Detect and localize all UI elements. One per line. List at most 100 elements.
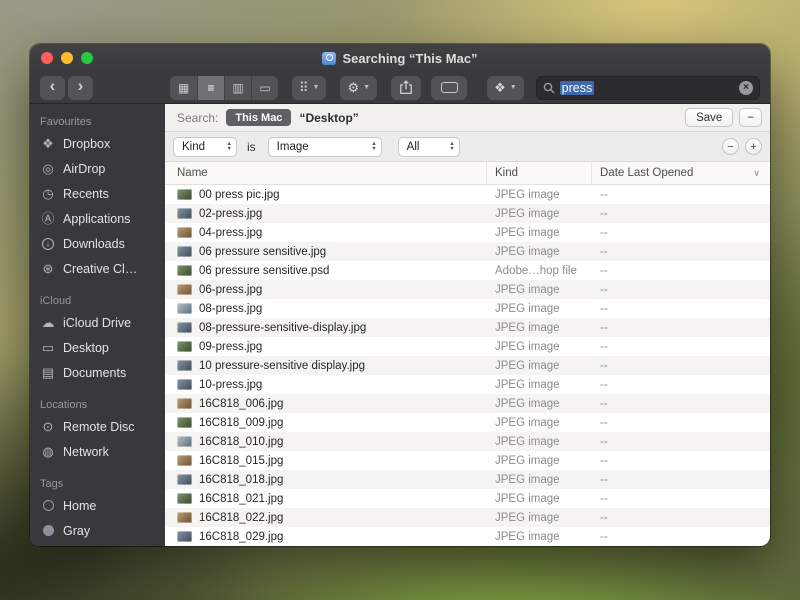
- file-thumbnail-icon: [177, 398, 192, 409]
- column-header-name[interactable]: Name: [165, 162, 487, 184]
- sidebar-item-label: Desktop: [63, 341, 109, 355]
- table-row[interactable]: 16C818_006.jpg JPEG image --: [165, 394, 770, 413]
- table-row[interactable]: 16C818_021.jpg JPEG image --: [165, 489, 770, 508]
- column-header-kind[interactable]: Kind: [487, 162, 592, 184]
- table-row[interactable]: 10-press.jpg JPEG image --: [165, 375, 770, 394]
- criteria-field-dropdown[interactable]: Kind ▲▼: [173, 137, 237, 157]
- file-kind: JPEG image: [487, 303, 592, 315]
- file-name: 16C818_006.jpg: [199, 398, 283, 410]
- zoom-window-button[interactable]: [81, 52, 93, 64]
- file-name: 08-pressure-sensitive-display.jpg: [199, 322, 366, 334]
- close-window-button[interactable]: [41, 52, 53, 64]
- file-kind: JPEG image: [487, 417, 592, 429]
- dropbox-menu-button[interactable]: ❖ ▼: [487, 76, 524, 100]
- sidebar-item-gray[interactable]: Gray: [30, 518, 165, 543]
- scope-this-mac-button[interactable]: This Mac: [226, 109, 291, 126]
- file-name: 06 pressure sensitive.psd: [199, 265, 329, 277]
- table-row[interactable]: 08-pressure-sensitive-display.jpg JPEG i…: [165, 318, 770, 337]
- table-row[interactable]: 16C818_029.jpg JPEG image --: [165, 527, 770, 546]
- table-row[interactable]: 06-press.jpg JPEG image --: [165, 280, 770, 299]
- forward-button[interactable]: ›: [68, 76, 93, 100]
- sidebar-section-items: ☁ iCloud Drive ▭ Desktop ▤ Documents: [30, 310, 165, 385]
- file-kind: JPEG image: [487, 436, 592, 448]
- table-row[interactable]: 06 pressure sensitive.psd Adobe…hop file…: [165, 261, 770, 280]
- title-bar[interactable]: Searching “This Mac”: [30, 44, 770, 72]
- minimize-window-button[interactable]: [61, 52, 73, 64]
- share-button[interactable]: [391, 76, 421, 100]
- sidebar-item-documents[interactable]: ▤ Documents: [30, 360, 165, 385]
- criteria-type-dropdown[interactable]: Image ▲▼: [268, 137, 382, 157]
- share-icon: [399, 80, 413, 95]
- add-criteria-button[interactable]: +: [745, 138, 762, 155]
- list-view-button[interactable]: ≡: [197, 76, 224, 100]
- file-name: 08-press.jpg: [199, 303, 262, 315]
- navigation-buttons: ‹ ›: [40, 76, 93, 100]
- column-view-button[interactable]: ▥: [224, 76, 251, 100]
- action-menu-button[interactable]: ⚙ ▼: [340, 76, 377, 100]
- table-row[interactable]: 09-press.jpg JPEG image --: [165, 337, 770, 356]
- save-search-button[interactable]: Save: [685, 108, 733, 127]
- sidebar-item-desktop[interactable]: ▭ Desktop: [30, 335, 165, 360]
- search-input[interactable]: press ×: [536, 76, 760, 100]
- sidebar-item-creative-cl[interactable]: ⊛ Creative Cl…: [30, 256, 165, 281]
- back-button[interactable]: ‹: [40, 76, 65, 100]
- gear-icon: ⚙: [347, 81, 359, 94]
- table-row[interactable]: 06 pressure sensitive.jpg JPEG image --: [165, 242, 770, 261]
- sidebar-item-airdrop[interactable]: ◎ AirDrop: [30, 156, 165, 181]
- group-by-button[interactable]: ⠿ ▼: [292, 76, 326, 100]
- sidebar-item-recents[interactable]: ◷ Recents: [30, 181, 165, 206]
- sidebar-item-downloads[interactable]: ↓ Downloads: [30, 231, 165, 256]
- list-view-icon: ≡: [207, 81, 214, 95]
- file-kind: JPEG image: [487, 398, 592, 410]
- table-row[interactable]: 04-press.jpg JPEG image --: [165, 223, 770, 242]
- sidebar-item-label: Dropbox: [63, 137, 110, 151]
- list-column-headers: Name Kind Date Last Opened ∨: [165, 162, 770, 185]
- file-list: 00 press pic.jpg JPEG image -- 02-press.…: [165, 185, 770, 546]
- sidebar-item-icloud-drive[interactable]: ☁ iCloud Drive: [30, 310, 165, 335]
- network-icon: ◍: [40, 445, 56, 458]
- criteria-subtype-dropdown[interactable]: All ▲▼: [398, 137, 460, 157]
- table-row[interactable]: 00 press pic.jpg JPEG image --: [165, 185, 770, 204]
- column-header-date-last-opened[interactable]: Date Last Opened ∨: [592, 162, 770, 184]
- remove-criteria-button[interactable]: −: [722, 138, 739, 155]
- icon-view-button[interactable]: ▦: [170, 76, 197, 100]
- clear-search-button[interactable]: ×: [739, 81, 753, 95]
- file-thumbnail-icon: [177, 246, 192, 257]
- table-row[interactable]: 16C818_010.jpg JPEG image --: [165, 432, 770, 451]
- file-thumbnail-icon: [177, 417, 192, 428]
- file-name: 16C818_010.jpg: [199, 436, 283, 448]
- table-row[interactable]: 16C818_015.jpg JPEG image --: [165, 451, 770, 470]
- table-row[interactable]: 02-press.jpg JPEG image --: [165, 204, 770, 223]
- dropbox-icon: ❖: [494, 81, 506, 94]
- sidebar-item-dropbox[interactable]: ❖ Dropbox: [30, 131, 165, 156]
- file-kind: Adobe…hop file: [487, 265, 592, 277]
- dropbox-icon: ❖: [40, 137, 56, 150]
- collapse-criteria-button[interactable]: −: [739, 108, 762, 127]
- file-name: 09-press.jpg: [199, 341, 262, 353]
- file-date: --: [592, 227, 770, 239]
- table-row[interactable]: 10 pressure-sensitive display.jpg JPEG i…: [165, 356, 770, 375]
- tag-button[interactable]: [431, 76, 467, 100]
- table-row[interactable]: 08-press.jpg JPEG image --: [165, 299, 770, 318]
- file-date: --: [592, 284, 770, 296]
- sidebar-item-applications[interactable]: Ⓐ Applications: [30, 206, 165, 231]
- file-kind: JPEG image: [487, 360, 592, 372]
- sidebar-item-network[interactable]: ◍ Network: [30, 439, 165, 464]
- file-thumbnail-icon: [177, 531, 192, 542]
- file-name: 04-press.jpg: [199, 227, 262, 239]
- cell-name: 06 pressure sensitive.psd: [165, 265, 487, 277]
- table-row[interactable]: 16C818_009.jpg JPEG image --: [165, 413, 770, 432]
- file-kind: JPEG image: [487, 455, 592, 467]
- sidebar-item-remote-disc[interactable]: ⊙ Remote Disc: [30, 414, 165, 439]
- cell-name: 16C818_021.jpg: [165, 493, 487, 505]
- table-row[interactable]: 16C818_018.jpg JPEG image --: [165, 470, 770, 489]
- file-thumbnail-icon: [177, 303, 192, 314]
- file-name: 16C818_018.jpg: [199, 474, 283, 486]
- sidebar-item-green[interactable]: Green: [30, 543, 165, 546]
- sidebar-item-label: Gray: [63, 524, 90, 538]
- sidebar-item-home[interactable]: Home: [30, 493, 165, 518]
- scope-desktop-button[interactable]: “Desktop”: [299, 111, 358, 125]
- gallery-view-button[interactable]: ▭: [251, 76, 278, 100]
- table-row[interactable]: 16C818_022.jpg JPEG image --: [165, 508, 770, 527]
- sidebar-item-label: iCloud Drive: [63, 316, 131, 330]
